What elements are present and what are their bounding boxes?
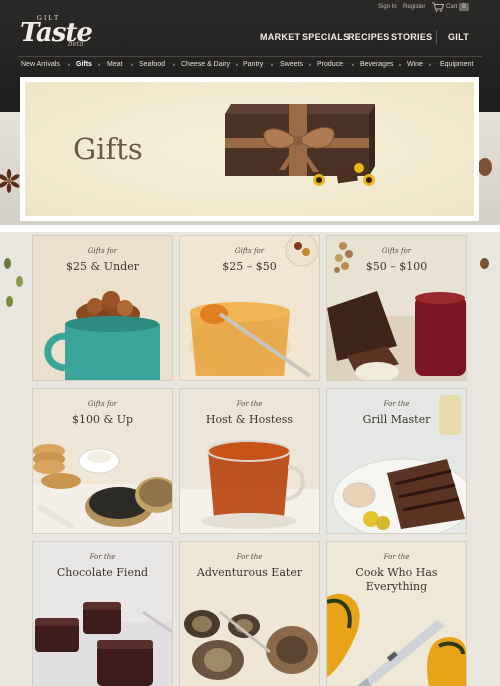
subnav-cheese-dairy[interactable]: Cheese & Dairy — [181, 61, 230, 68]
subnav-dot — [68, 64, 70, 66]
jam-jar-image — [190, 236, 319, 378]
leaf-decoration — [4, 258, 11, 269]
coffee-bean-decoration — [480, 258, 489, 269]
steak-plate-image — [332, 395, 466, 533]
tile-label-top: Gifts for — [87, 400, 118, 408]
subnav-sweets[interactable]: Sweets — [280, 61, 303, 68]
tile-label-top: For the — [383, 400, 410, 408]
tile-host-hostess[interactable]: For the Host & Hostess — [180, 389, 319, 533]
cart-count-badge: 0 — [459, 3, 469, 11]
subnav-produce[interactable]: Produce — [317, 61, 343, 68]
tile-gifts-50-100[interactable]: Gifts for $50 – $100 — [327, 236, 466, 380]
leaf-decoration — [6, 296, 13, 307]
nav-gilt[interactable]: GILT — [448, 32, 469, 42]
tile-label-top: For the — [236, 400, 263, 408]
tea-cup-image — [180, 440, 319, 533]
subnav-dot — [271, 64, 273, 66]
subnav-dot — [399, 64, 401, 66]
tile-cook-who-has-everything[interactable]: For the Cook Who Has Everything — [327, 542, 466, 686]
subnav-dot — [429, 64, 431, 66]
subnav-seafood[interactable]: Seafood — [139, 61, 165, 68]
subnav-beverages[interactable]: Beverages — [360, 61, 393, 68]
subnav-pantry[interactable]: Pantry — [243, 61, 263, 68]
tile-gifts-100-up[interactable]: Gifts for $100 & Up — [33, 389, 172, 533]
tile-label-top: Gifts for — [87, 247, 118, 255]
tile-label-title: Cook Who Has — [355, 566, 438, 579]
brownie-jam-image — [327, 242, 466, 380]
subnav-dot — [131, 64, 133, 66]
tile-chocolate-fiend[interactable]: For the Chocolate Fiend — [33, 542, 172, 686]
subnav-dot — [173, 64, 175, 66]
subnav-wine[interactable]: Wine — [407, 61, 423, 68]
tile-label-title-line2: Everything — [365, 580, 428, 593]
mug-snacks-image — [44, 291, 160, 380]
hero-title: Gifts — [73, 132, 143, 166]
tile-label-title: $25 – $50 — [222, 260, 277, 273]
hero-banner[interactable]: Gifts — [20, 77, 479, 221]
tile-label-top: For the — [236, 553, 263, 561]
subnav-equipment[interactable]: Equipment — [440, 61, 473, 68]
gift-box-illustration — [225, 104, 375, 186]
sign-in-link[interactable]: Sign In — [378, 4, 397, 10]
cart-icon[interactable] — [432, 2, 444, 12]
tile-label-top: Gifts for — [234, 247, 265, 255]
hero-image: Gifts — [25, 82, 474, 216]
escargot-image — [184, 610, 318, 680]
star-anise-decoration — [0, 169, 20, 193]
tile-label-title: Grill Master — [362, 413, 431, 426]
subnav-gifts[interactable]: Gifts — [76, 61, 92, 68]
tile-label-top: Gifts for — [381, 247, 412, 255]
tile-label-title: Chocolate Fiend — [56, 566, 149, 579]
subnav-dot — [98, 64, 100, 66]
logo-beta-label: beta — [68, 40, 84, 48]
subnav-dot — [236, 64, 238, 66]
tile-label-title: $100 & Up — [71, 413, 134, 426]
tile-label-top: For the — [89, 553, 116, 561]
nav-specials[interactable]: SPECIALS — [302, 32, 349, 42]
subnav-meat[interactable]: Meat — [107, 61, 123, 68]
chocolates-image — [33, 602, 172, 686]
subnav-dot — [352, 64, 354, 66]
subnav-dot — [309, 64, 311, 66]
nav-recipes[interactable]: RECIPES — [348, 32, 390, 42]
tile-gifts-25-50[interactable]: Gifts for $25 – $50 — [180, 236, 319, 380]
tile-label-title: Adventurous Eater — [196, 566, 303, 579]
tile-adventurous-eater[interactable]: For the Adventurous Eater — [180, 542, 319, 686]
subnav-divider — [18, 56, 482, 57]
cart-link[interactable]: Cart — [446, 4, 457, 10]
tile-label-title: Host & Hostess — [205, 413, 294, 426]
caviar-blini-image — [33, 444, 172, 533]
tile-label-top: For the — [383, 553, 410, 561]
nav-stories[interactable]: STORIES — [391, 32, 432, 42]
nav-market[interactable]: MARKET — [260, 32, 300, 42]
register-link[interactable]: Register — [403, 4, 425, 10]
tile-grill-master[interactable]: For the Grill Master — [327, 389, 466, 533]
coffee-bean-decoration — [478, 158, 492, 176]
squash-knife-image — [327, 593, 466, 686]
subnav-new-arrivals[interactable]: New Arrivals — [21, 61, 60, 68]
nav-divider — [436, 30, 437, 44]
tile-label-title: $50 – $100 — [365, 260, 428, 273]
section-divider — [0, 225, 500, 232]
leaf-decoration — [16, 276, 23, 287]
tile-gifts-25-under[interactable]: Gifts for $25 & Under — [33, 236, 172, 380]
tile-label-title: $25 & Under — [66, 260, 139, 273]
